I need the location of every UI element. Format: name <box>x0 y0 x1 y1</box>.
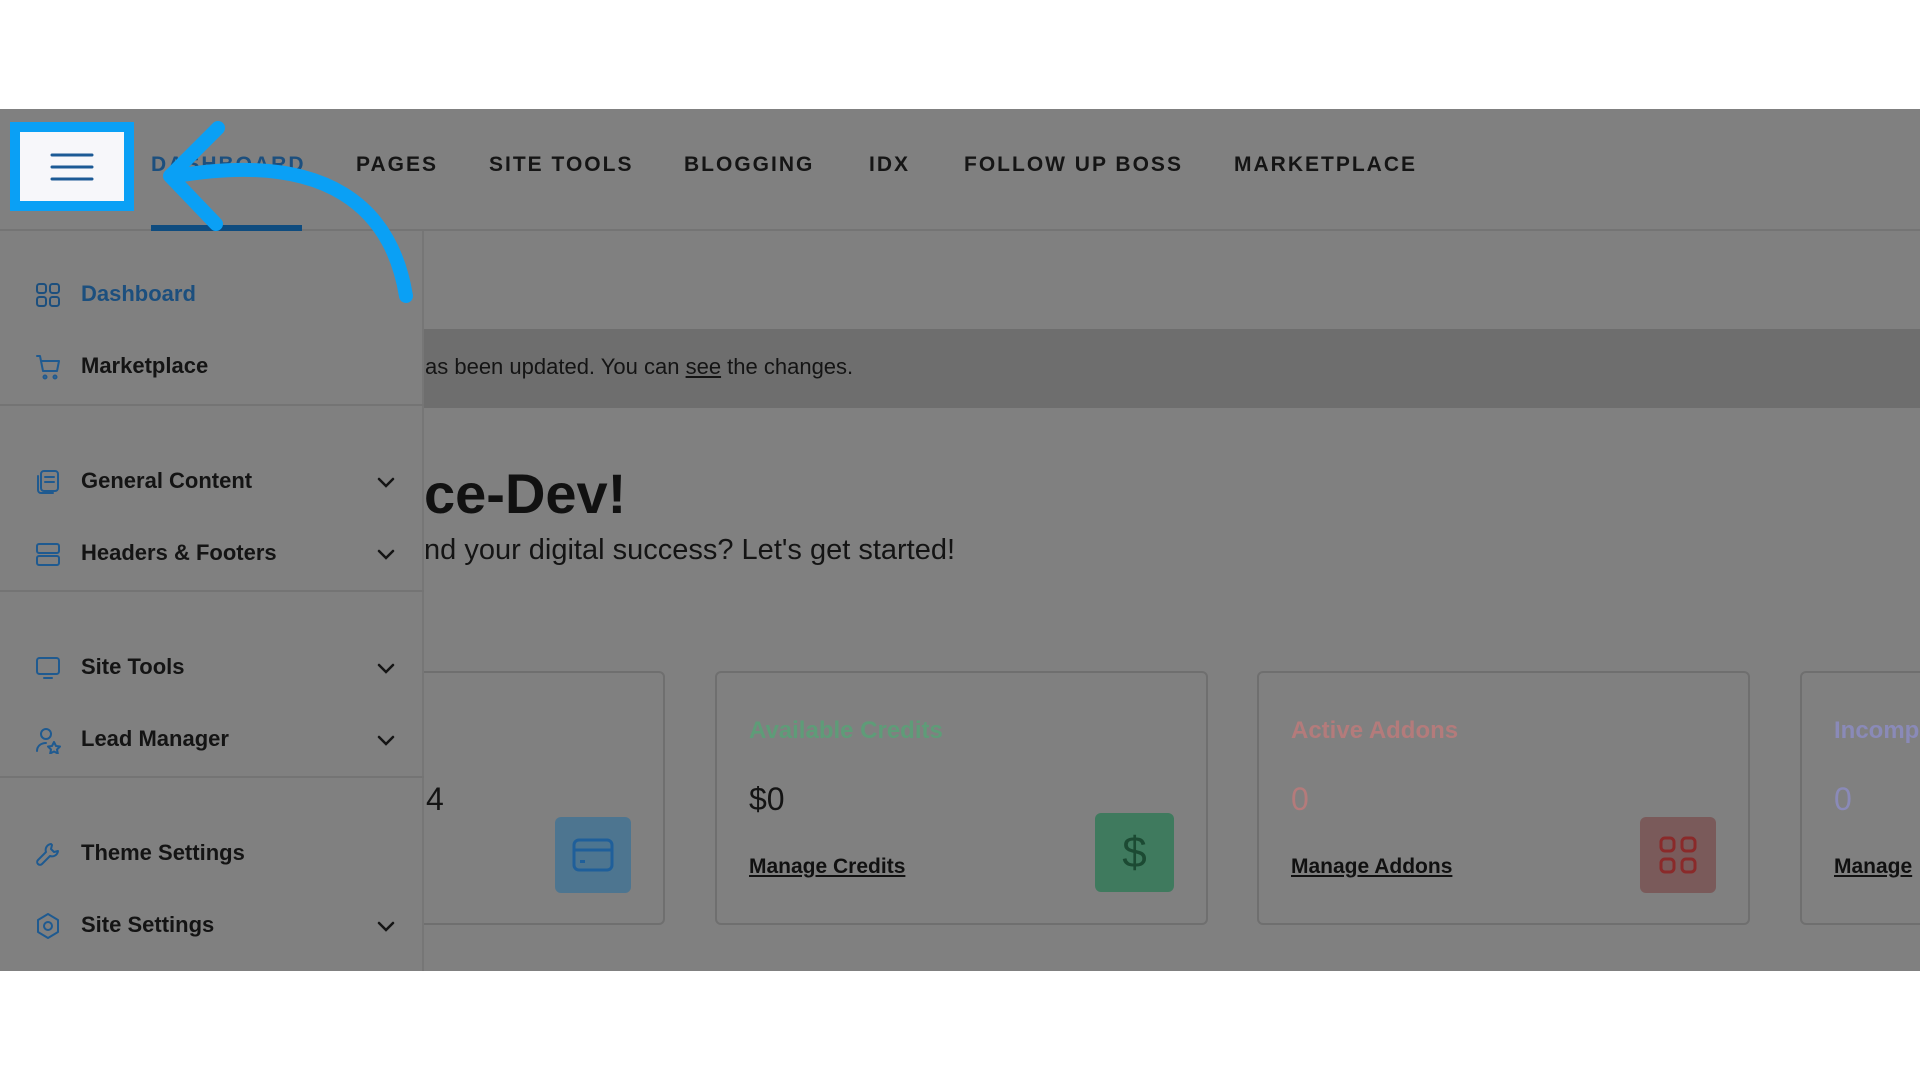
page-subtitle: nd your digital success? Let's get start… <box>424 534 956 566</box>
manage-addons-link[interactable]: Manage Addons <box>1291 855 1452 879</box>
card-title: Incomp <box>1834 717 1920 744</box>
sidebar-divider <box>0 404 424 406</box>
sidebar-item-label: Marketplace <box>81 353 209 378</box>
dollar-icon: $ <box>1095 813 1174 892</box>
cart-icon <box>36 355 60 380</box>
sidebar-item-label: Theme Settings <box>81 840 245 865</box>
sidebar-item-site-tools[interactable]: Site Tools <box>0 642 424 692</box>
card-incomplete: Incomp 0 Manage <box>1800 671 1920 925</box>
monitor-icon <box>36 657 60 679</box>
sidebar-divider <box>0 776 424 778</box>
sidebar-item-label: Headers & Footers <box>81 540 277 565</box>
sidebar-item-general-content[interactable]: General Content <box>0 456 424 506</box>
card-active-addons: Active Addons 0 Manage Addons <box>1257 671 1750 925</box>
sidebar-item-marketplace[interactable]: Marketplace <box>0 341 424 391</box>
layout-icon <box>36 543 60 566</box>
card-title: Available Credits <box>749 717 943 744</box>
nav-dashboard[interactable]: DASHBOARD <box>151 153 306 177</box>
card-value: 4 <box>426 781 444 817</box>
sidebar-item-label: Lead Manager <box>81 726 229 751</box>
sidebar-item-label: Site Tools <box>81 654 185 679</box>
sidebar-item-label: Site Settings <box>81 912 215 937</box>
user-star-icon <box>36 728 61 754</box>
grid-icon <box>36 283 60 307</box>
nav-pages[interactable]: PAGES <box>356 153 438 177</box>
nav-marketplace[interactable]: MARKETPLACE <box>1234 153 1417 177</box>
sidebar-item-label: Dashboard <box>81 281 196 306</box>
sidebar: Dashboard Marketplace General Content Heade… <box>0 231 424 971</box>
wrench-icon <box>36 843 59 866</box>
chevron-down-icon[interactable] <box>374 914 398 938</box>
card-title: Active Addons <box>1291 717 1459 744</box>
menu-toggle-button[interactable] <box>10 122 134 211</box>
sidebar-item-theme-settings[interactable]: Theme Settings <box>0 828 424 878</box>
card-value: 0 <box>1834 781 1852 817</box>
gear-icon <box>37 913 59 939</box>
card-value: 0 <box>1291 781 1309 817</box>
sidebar-item-lead-manager[interactable]: Lead Manager <box>0 714 424 764</box>
sidebar-item-headers-footers[interactable]: Headers & Footers <box>0 528 424 578</box>
see-changes-link[interactable]: see <box>686 354 721 379</box>
manage-link[interactable]: Manage <box>1834 855 1912 879</box>
top-navigation: DASHBOARD PAGES SITE TOOLS BLOGGING IDX … <box>0 109 1920 231</box>
credit-card-icon <box>555 817 631 893</box>
manage-credits-link[interactable]: Manage Credits <box>749 855 905 879</box>
page-title: ce-Dev! <box>424 462 627 525</box>
nav-follow-up-boss[interactable]: FOLLOW UP BOSS <box>964 153 1183 177</box>
card-value: $0 <box>749 781 785 817</box>
sidebar-divider <box>0 590 424 592</box>
chevron-down-icon[interactable] <box>374 656 398 680</box>
sidebar-item-dashboard[interactable]: Dashboard <box>0 269 424 319</box>
nav-site-tools[interactable]: SITE TOOLS <box>489 153 633 177</box>
nav-idx[interactable]: IDX <box>869 153 910 177</box>
nav-blogging[interactable]: BLOGGING <box>684 153 814 177</box>
chevron-down-icon[interactable] <box>374 542 398 566</box>
sidebar-item-label: General Content <box>81 468 253 493</box>
grid-icon <box>1640 817 1716 893</box>
sidebar-item-site-settings[interactable]: Site Settings <box>0 900 424 950</box>
chevron-down-icon[interactable] <box>374 470 398 494</box>
documents-icon <box>37 470 59 494</box>
notice-text: as been updated. You can see the changes… <box>425 354 854 379</box>
card-available-credits: Available Credits $0 Manage Credits $ <box>715 671 1208 925</box>
chevron-down-icon[interactable] <box>374 728 398 752</box>
app-window: DASHBOARD PAGES SITE TOOLS BLOGGING IDX … <box>0 109 1920 971</box>
hamburger-icon <box>50 153 94 180</box>
